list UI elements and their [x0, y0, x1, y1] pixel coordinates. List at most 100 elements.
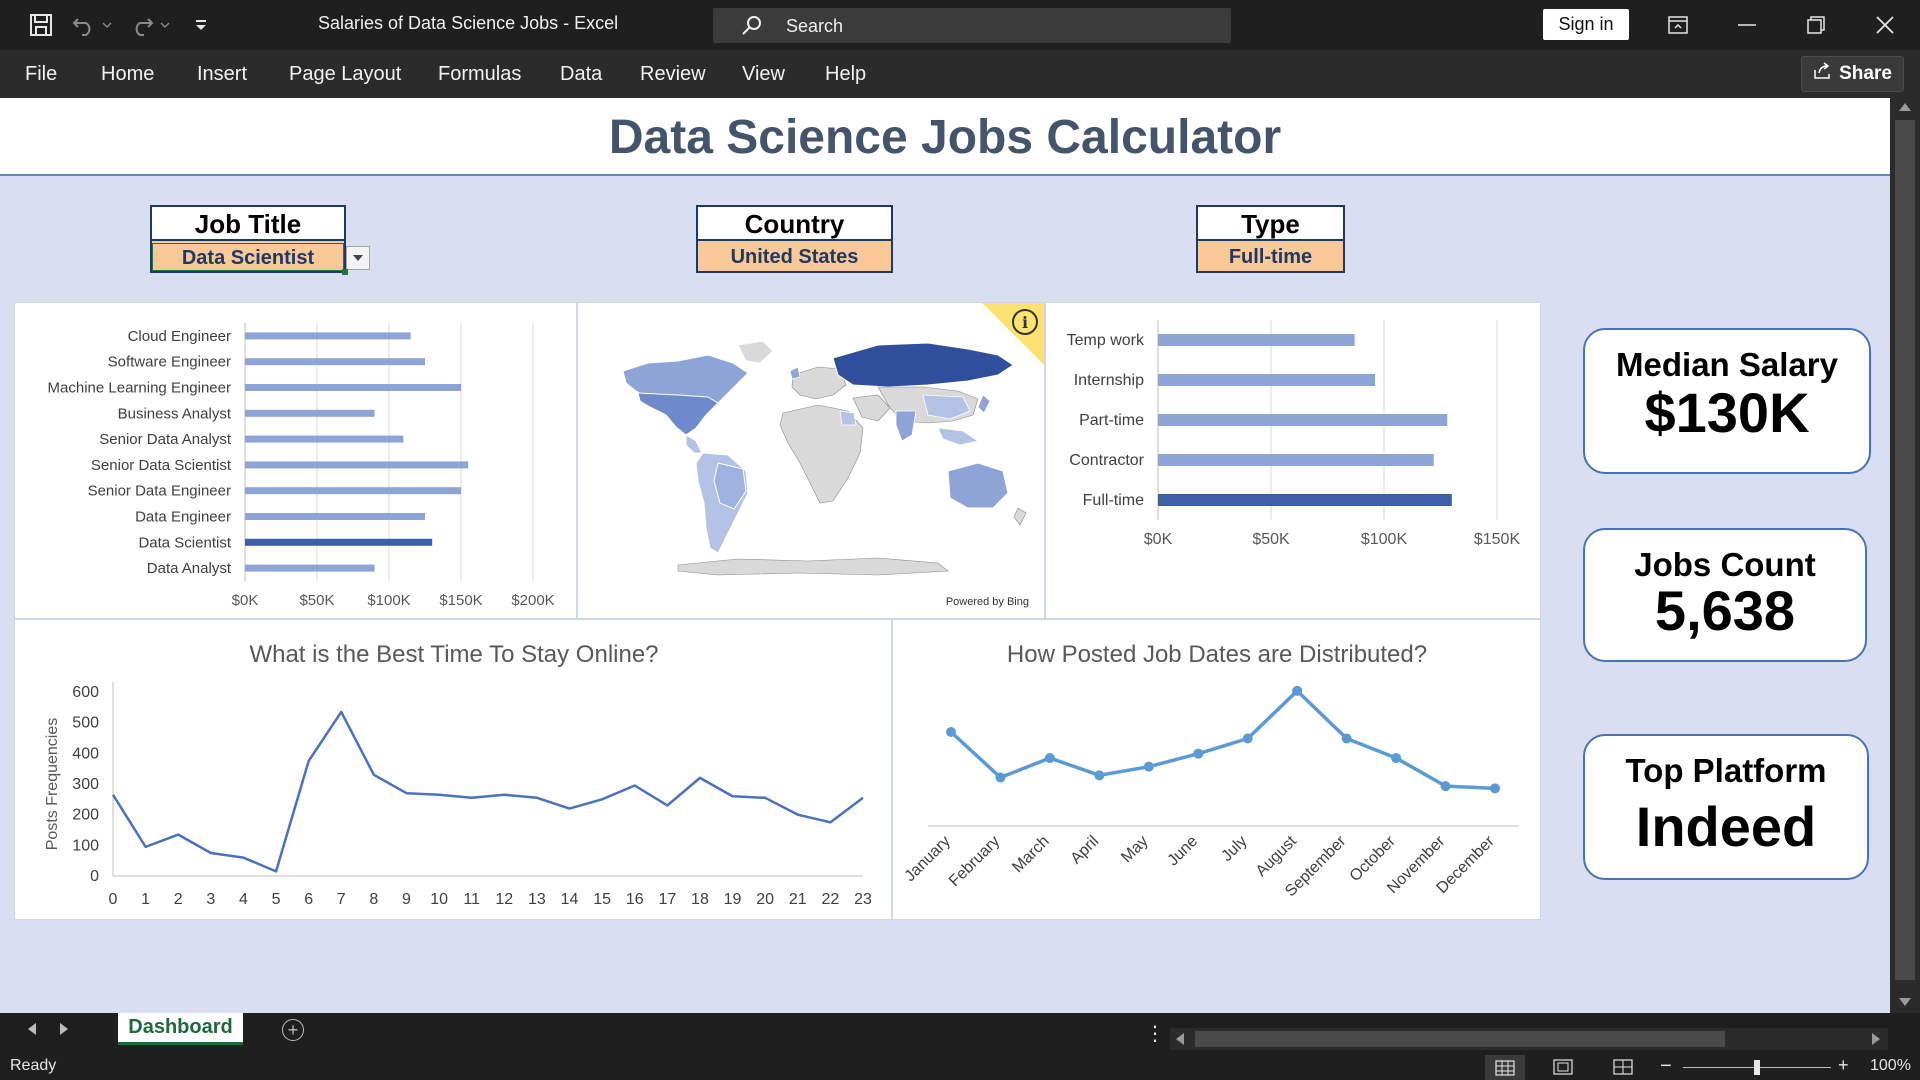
type-filter-value[interactable]: Full-time: [1198, 243, 1343, 271]
country-filter-value[interactable]: United States: [698, 243, 891, 271]
info-icon[interactable]: i: [1012, 309, 1038, 335]
category-label: Contractor: [1069, 452, 1144, 469]
zoom-out-icon[interactable]: −: [1660, 1055, 1672, 1078]
tab-dashboard[interactable]: Dashboard: [118, 1013, 243, 1045]
menu-formulas[interactable]: Formulas: [438, 63, 521, 86]
data-point: [1292, 685, 1303, 696]
undo-dropdown-icon[interactable]: [100, 12, 114, 38]
posted-dates-panel[interactable]: How Posted Job Dates are Distributed? Jan…: [892, 619, 1541, 920]
x-tick-label: August: [1253, 832, 1301, 880]
save-icon[interactable]: [28, 12, 54, 38]
x-tick-label: March: [1009, 833, 1052, 876]
x-tick-label: 4: [239, 891, 248, 908]
median-salary-card: Median Salary $130K: [1583, 328, 1871, 474]
hscroll-left-icon[interactable]: [1176, 1033, 1184, 1045]
job-title-salary-panel[interactable]: $0K $50K $100K $150K $200K Cloud Engineer Soft…: [14, 302, 577, 619]
x-tick-label: 0: [109, 891, 118, 908]
customize-toolbar-icon[interactable]: [188, 12, 214, 38]
search-box[interactable]: Search: [713, 8, 1231, 43]
category-label: Senior Data Scientist: [91, 457, 232, 474]
y-tick-label: 100: [72, 837, 99, 854]
x-tick-label: 18: [691, 891, 709, 908]
x-tick-label: $150K: [439, 592, 482, 609]
menu-data[interactable]: Data: [560, 63, 602, 86]
job-type-salary-panel[interactable]: $0K $50K $100K $150K Temp work Internship Part…: [1045, 302, 1541, 619]
restore-icon[interactable]: [1796, 10, 1836, 40]
median-salary-label: Median Salary: [1616, 346, 1838, 383]
redo-dropdown-icon[interactable]: [158, 12, 172, 38]
bar: [245, 461, 469, 469]
normal-view-icon[interactable]: [1485, 1055, 1525, 1080]
redo-icon[interactable]: [128, 12, 154, 38]
x-tick-label: 17: [658, 891, 676, 908]
data-point: [1341, 733, 1352, 744]
share-button[interactable]: Share: [1801, 56, 1904, 92]
x-tick-label: 22: [821, 891, 839, 908]
bar: [1158, 454, 1434, 466]
bar: [245, 513, 425, 520]
menu-home[interactable]: Home: [101, 63, 154, 86]
horizontal-scroll-thumb[interactable]: [1195, 1031, 1725, 1047]
title-bar: Salaries of Data Science Jobs - Excel Se…: [0, 0, 1920, 50]
map-india: [895, 410, 917, 442]
page-break-view-icon[interactable]: [1613, 1059, 1633, 1075]
x-tick-label: 9: [402, 891, 411, 908]
jobs-count-card: Jobs Count 5,638: [1583, 528, 1867, 662]
x-tick-label: 3: [206, 891, 215, 908]
zoom-slider-thumb[interactable]: [1754, 1060, 1760, 1075]
menu-help[interactable]: Help: [825, 63, 866, 86]
menu-file[interactable]: File: [25, 63, 57, 86]
x-tick-label: $50K: [299, 592, 334, 609]
chart-title: How Posted Job Dates are Distributed?: [1007, 641, 1427, 668]
x-tick-label: $100K: [367, 592, 410, 609]
job-title-dropdown-button[interactable]: [346, 246, 370, 270]
data-point: [946, 727, 956, 737]
status-bar: Ready − + 100%: [0, 1055, 1920, 1080]
y-axis-label: Posts Frequencies: [44, 718, 61, 851]
map-panel[interactable]: i Powered by Bing: [577, 302, 1045, 619]
page-layout-view-icon[interactable]: [1553, 1059, 1573, 1075]
scroll-down-icon[interactable]: [1899, 998, 1911, 1006]
tab-scroll-left-icon[interactable]: [28, 1023, 36, 1035]
map-antarctica: [677, 557, 949, 576]
menu-view[interactable]: View: [742, 63, 785, 86]
category-label: Data Scientist: [138, 534, 231, 551]
x-tick-label: 6: [304, 891, 313, 908]
vertical-scrollbar[interactable]: [1890, 98, 1920, 1013]
close-icon[interactable]: [1865, 10, 1905, 40]
horizontal-scrollbar[interactable]: [1170, 1028, 1888, 1050]
menu-insert[interactable]: Insert: [197, 63, 247, 86]
sign-in-button[interactable]: Sign in: [1543, 9, 1629, 40]
x-tick-label: 16: [626, 891, 644, 908]
map-japan: [977, 394, 991, 414]
x-tick-label: April: [1068, 833, 1103, 868]
bar: [245, 358, 425, 366]
zoom-level[interactable]: 100%: [1870, 1057, 1911, 1075]
type-filter-label: Type: [1198, 207, 1343, 241]
tab-scroll-right-icon[interactable]: [60, 1023, 68, 1035]
category-label: Part-time: [1079, 412, 1144, 429]
minimize-icon[interactable]: [1727, 10, 1767, 40]
zoom-in-icon[interactable]: +: [1838, 1055, 1849, 1076]
bar: [1158, 414, 1448, 426]
scroll-up-icon[interactable]: [1899, 103, 1911, 111]
bar: [245, 538, 433, 546]
ribbon-display-options-icon[interactable]: [1658, 10, 1698, 40]
world-map: [622, 340, 1027, 576]
undo-icon[interactable]: [72, 12, 98, 38]
x-tick-label: May: [1118, 833, 1151, 866]
best-time-panel[interactable]: What is the Best Time To Stay Online? 0 10…: [14, 619, 892, 920]
data-point: [1143, 761, 1154, 772]
type-filter: Type Full-time: [1196, 205, 1345, 273]
menu-review[interactable]: Review: [640, 63, 706, 86]
vertical-scroll-thumb[interactable]: [1895, 120, 1915, 980]
add-sheet-icon[interactable]: +: [282, 1019, 304, 1041]
menu-bar: File Home Insert Page Layout Formulas Da…: [0, 50, 1920, 98]
cell-fill-handle[interactable]: [342, 269, 348, 275]
bar: [245, 564, 375, 572]
hscroll-right-icon[interactable]: [1872, 1033, 1880, 1045]
x-tick-label: 5: [272, 891, 281, 908]
menu-page-layout[interactable]: Page Layout: [289, 63, 401, 86]
more-options-icon[interactable]: ⋮: [1145, 1021, 1165, 1046]
job-title-filter-value[interactable]: Data Scientist: [152, 243, 344, 271]
